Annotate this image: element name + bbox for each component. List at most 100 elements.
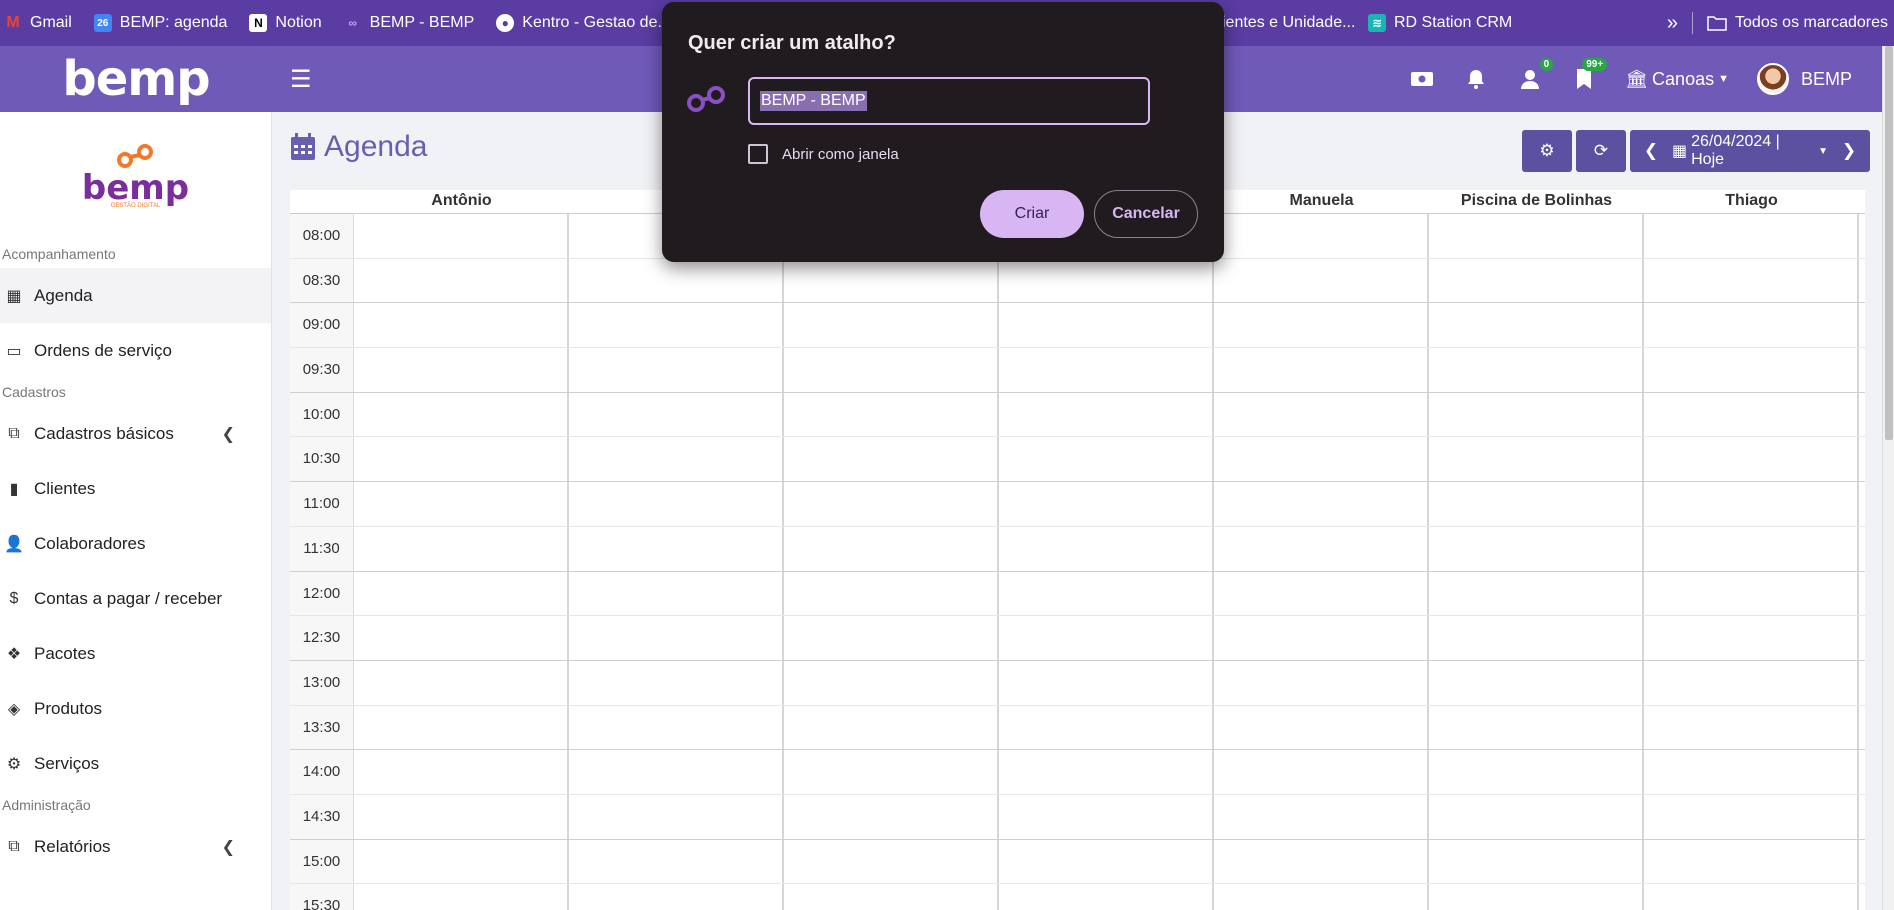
schedule-slot[interactable] [1214, 482, 1429, 526]
checkbox[interactable] [748, 144, 768, 164]
schedule-slot[interactable] [569, 571, 784, 616]
schedule-slot[interactable] [999, 526, 1214, 571]
schedule-slot[interactable] [1429, 705, 1644, 750]
schedule-slot[interactable] [1429, 660, 1644, 705]
schedule-slot[interactable] [784, 526, 999, 571]
schedule-slot[interactable] [354, 348, 569, 392]
chevron-double-right-icon[interactable]: » [1667, 12, 1678, 35]
schedule-slot[interactable] [1214, 884, 1429, 910]
sidebar-item-clientes[interactable]: ▮ Clientes [0, 461, 271, 516]
schedule-slot[interactable] [999, 884, 1214, 910]
schedule-slot[interactable] [569, 392, 784, 437]
schedule-slot[interactable] [784, 750, 999, 794]
schedule-slot[interactable] [1644, 616, 1859, 660]
sidebar-item-colaboradores[interactable]: 👤 Colaboradores [0, 516, 271, 571]
open-as-window-checkbox[interactable]: Abrir como janela [748, 144, 899, 164]
schedule-slot[interactable] [1429, 839, 1644, 884]
schedule-slot[interactable] [784, 392, 999, 437]
bookmark-bemp-bemp[interactable]: ∞ BEMP - BEMP [344, 14, 474, 32]
schedule-slot[interactable] [784, 660, 999, 705]
schedule-slot[interactable] [1429, 303, 1644, 348]
date-dropdown[interactable]: ▦ 26/04/2024 | Hoje ▼ [1672, 130, 1828, 172]
bookmark-bemp-agenda[interactable]: 26 BEMP: agenda [93, 14, 227, 32]
schedule-slot[interactable] [1644, 794, 1859, 839]
schedule-slot[interactable] [1429, 348, 1644, 392]
schedule-slot[interactable] [1214, 437, 1429, 482]
sidebar-item-contas[interactable]: $ Contas a pagar / receber [0, 571, 271, 626]
all-bookmarks-folder[interactable]: Todos os marcadores [1707, 14, 1888, 32]
sidebar-item-cadastros-basicos[interactable]: ⧉ Cadastros básicos ❮ [0, 406, 271, 461]
schedule-slot[interactable] [1214, 258, 1429, 303]
bookmark-notion[interactable]: N Notion [249, 14, 322, 32]
prev-day-button[interactable]: ❮ [1630, 130, 1672, 172]
bookmark-unidades[interactable]: ientes e Unidade... [1222, 14, 1355, 32]
schedule-slot[interactable] [354, 303, 569, 348]
schedule-slot[interactable] [569, 839, 784, 884]
cancel-button[interactable]: Cancelar [1094, 190, 1198, 238]
money-icon[interactable] [1409, 66, 1435, 92]
next-day-button[interactable]: ❯ [1828, 130, 1870, 172]
bookmark-icon[interactable]: 99+ [1571, 58, 1608, 92]
schedule-slot[interactable] [1644, 571, 1859, 616]
schedule-slot[interactable] [1214, 571, 1429, 616]
schedule-slot[interactable] [354, 794, 569, 839]
schedule-slot[interactable] [1644, 705, 1859, 750]
schedule-slot[interactable] [784, 303, 999, 348]
schedule-slot[interactable] [354, 526, 569, 571]
schedule-slot[interactable] [354, 616, 569, 660]
schedule-slot[interactable] [354, 392, 569, 437]
sidebar-item-produtos[interactable]: ◈ Produtos [0, 681, 271, 736]
schedule-slot[interactable] [354, 705, 569, 750]
schedule-slot[interactable] [569, 616, 784, 660]
schedule-slot[interactable] [569, 794, 784, 839]
schedule-slot[interactable] [1644, 258, 1859, 303]
schedule-slot[interactable] [1214, 348, 1429, 392]
user-menu[interactable]: BEMP [1756, 63, 1852, 95]
create-button[interactable]: Criar [980, 190, 1084, 238]
schedule-slot[interactable] [1214, 839, 1429, 884]
schedule-slot[interactable] [354, 214, 569, 258]
schedule-slot[interactable] [354, 258, 569, 303]
schedule-slot[interactable] [1214, 303, 1429, 348]
schedule-slot[interactable] [1214, 526, 1429, 571]
schedule-slot[interactable] [784, 616, 999, 660]
schedule-slot[interactable] [999, 571, 1214, 616]
page-scrollbar[interactable] [1882, 46, 1894, 910]
shortcut-name-input[interactable]: BEMP - BEMP [748, 77, 1150, 125]
refresh-button[interactable]: ⟳ [1576, 130, 1626, 172]
schedule-slot[interactable] [569, 705, 784, 750]
schedule-slot[interactable] [1429, 750, 1644, 794]
schedule-slot[interactable] [1644, 348, 1859, 392]
schedule-slot[interactable] [1429, 258, 1644, 303]
settings-button[interactable]: ⚙ [1522, 130, 1572, 172]
schedule-slot[interactable] [1214, 750, 1429, 794]
schedule-slot[interactable] [354, 839, 569, 884]
schedule-slot[interactable] [569, 750, 784, 794]
schedule-slot[interactable] [1429, 214, 1644, 258]
schedule-slot[interactable] [354, 884, 569, 910]
schedule-slot[interactable] [1644, 482, 1859, 526]
schedule-slot[interactable] [999, 750, 1214, 794]
bookmark-kentro[interactable]: ● Kentro - Gestao de... [496, 14, 671, 32]
schedule-slot[interactable] [1429, 884, 1644, 910]
schedule-slot[interactable] [784, 482, 999, 526]
schedule-slot[interactable] [999, 482, 1214, 526]
schedule-slot[interactable] [999, 348, 1214, 392]
schedule-slot[interactable] [1644, 437, 1859, 482]
schedule-slot[interactable] [784, 348, 999, 392]
menu-toggle-icon[interactable]: ☰ [290, 65, 312, 94]
schedule-slot[interactable] [1214, 214, 1429, 258]
schedule-slot[interactable] [999, 660, 1214, 705]
schedule-slot[interactable] [999, 839, 1214, 884]
schedule-slot[interactable] [999, 258, 1214, 303]
sidebar-item-servicos[interactable]: ⚙ Serviços [0, 736, 271, 791]
schedule-slot[interactable] [354, 750, 569, 794]
bookmark-rd-station[interactable]: ≋ RD Station CRM [1368, 14, 1512, 32]
sidebar-item-agenda[interactable]: ▦ Agenda [0, 268, 271, 323]
schedule-slot[interactable] [569, 660, 784, 705]
schedule-slot[interactable] [569, 348, 784, 392]
sidebar-item-ordens[interactable]: ▭ Ordens de serviço [0, 323, 271, 378]
user-icon[interactable]: 0 [1517, 58, 1554, 92]
schedule-slot[interactable] [1429, 571, 1644, 616]
scrollbar-thumb[interactable] [1885, 46, 1893, 440]
